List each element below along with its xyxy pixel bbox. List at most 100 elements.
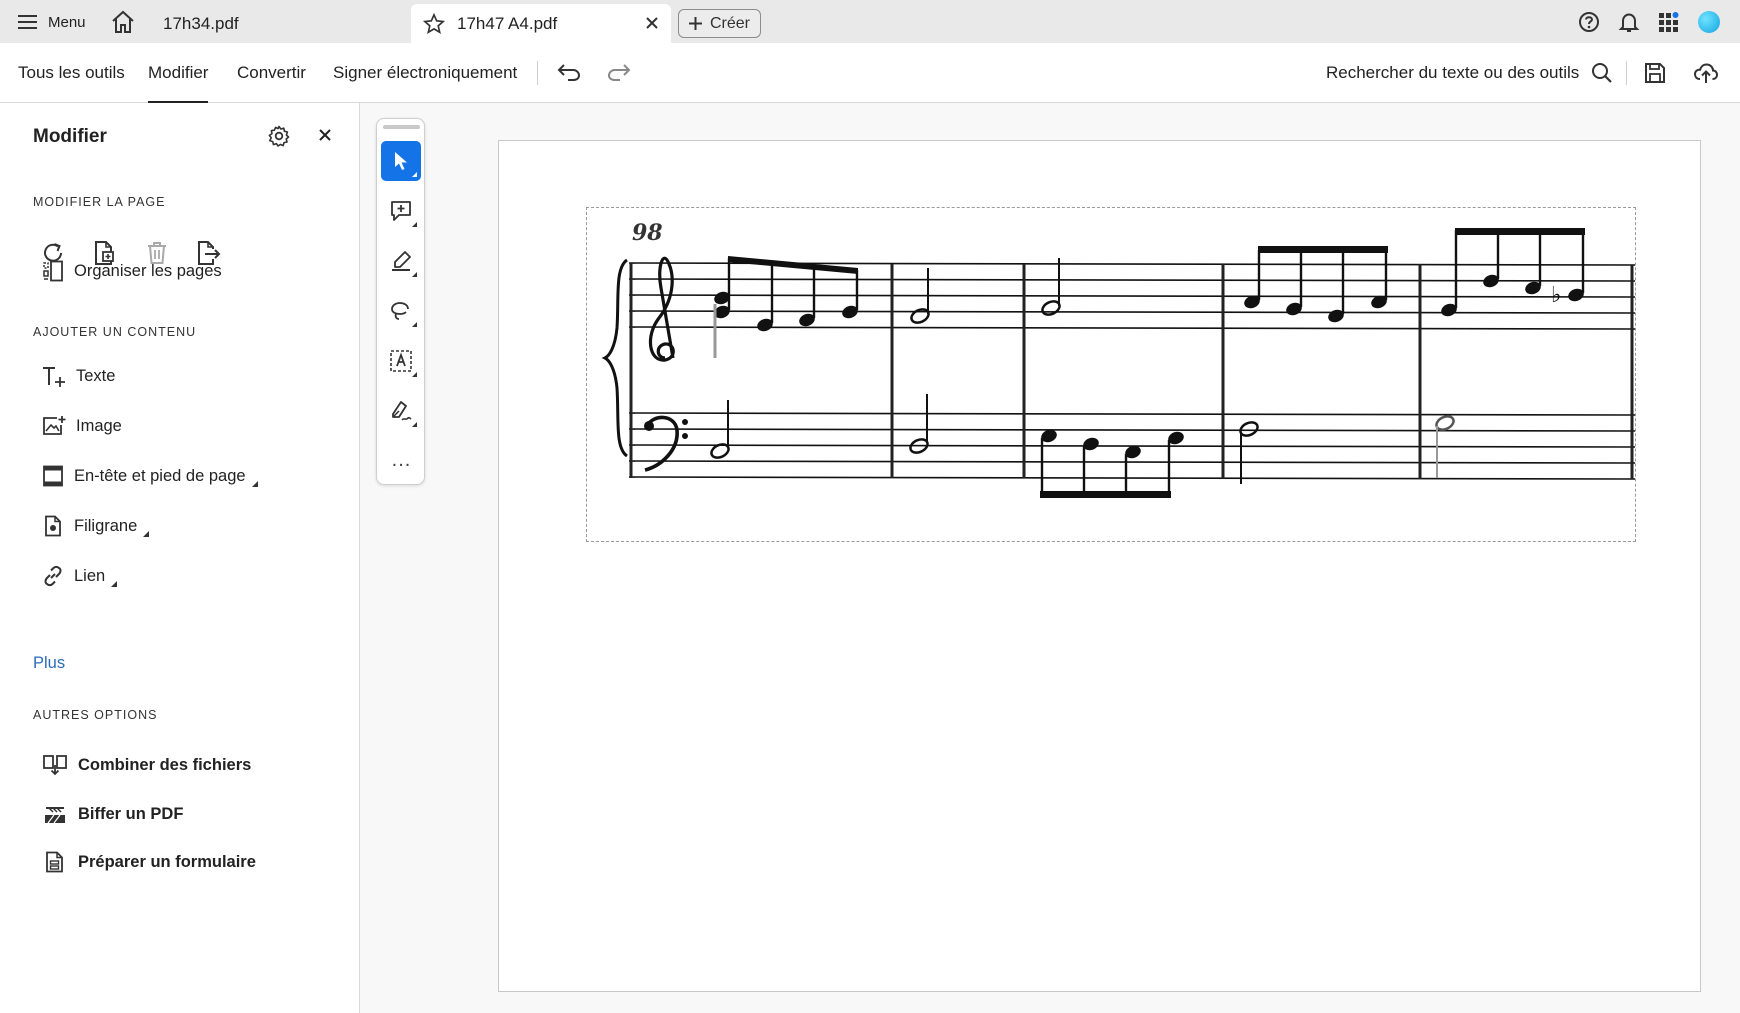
item-label: Préparer un formulaire [78,852,256,871]
svg-text:♭: ♭ [1551,283,1561,308]
item-label: Lien [74,566,106,585]
tab-convert[interactable]: Convertir [237,43,306,103]
text-box-tool[interactable] [381,341,421,381]
submenu-indicator-icon [111,581,118,587]
prepare-form-icon [46,851,63,873]
panel-settings-button[interactable] [268,125,290,147]
watermark-icon [45,515,61,537]
tab-label: 17h47 A4.pdf [457,13,558,33]
apps-grid-icon[interactable] [1658,11,1680,33]
tab-label: Modifier [148,63,209,82]
link-icon [44,565,62,587]
tab-label: Convertir [237,63,306,82]
signature-pen-icon [392,401,412,421]
create-label: Créer [709,14,750,32]
close-icon[interactable] [645,16,659,30]
highlight-tool[interactable] [381,241,421,281]
more-tools-button[interactable]: ... [377,449,426,472]
redact-pdf-item[interactable]: Biffer un PDF [42,801,183,827]
plus-icon [688,17,702,30]
menu-label: Menu [48,13,86,31]
save-icon [1645,63,1665,83]
lasso-draw-icon [391,302,409,320]
panel-close-button[interactable] [318,128,332,142]
prepare-form-item[interactable]: Préparer un formulaire [42,849,256,875]
toolbar-divider [1626,61,1627,85]
toolbar-divider [537,61,538,85]
tab-bar: Menu 17h34.pdf 17h47 A4.pdf Créer [0,0,1740,43]
music-score: 98 ♭ [601,220,1635,498]
text-add-icon [43,367,65,387]
select-tool[interactable] [381,141,421,181]
toolbar: Tous les outils Modifier Convertir Signe… [0,43,1740,103]
close-icon [319,129,331,141]
save-button[interactable] [1643,61,1667,85]
star-icon[interactable] [423,12,445,35]
section-label-modify-page: MODIFIER LA PAGE [33,195,166,209]
header-footer-item[interactable]: En-tête et pied de page [42,463,258,489]
item-label: Biffer un PDF [78,804,184,823]
undo-icon [557,64,581,81]
combine-files-item[interactable]: Combiner des fichiers [42,752,251,778]
item-label: En-tête et pied de page [74,466,246,485]
search-tools[interactable]: Rechercher du texte ou des outils [1326,43,1613,103]
gear-icon [268,125,290,147]
item-label: Combiner des fichiers [78,755,252,774]
redact-icon [45,807,65,824]
redo-button[interactable] [606,61,632,83]
create-button[interactable]: Créer [678,9,761,38]
tab-modify[interactable]: Modifier [148,43,209,103]
tab-esign[interactable]: Signer électroniquement [333,43,517,103]
tab-17h34[interactable]: 17h34.pdf [145,4,405,43]
menu-icon [18,15,37,29]
tab-label: Signer électroniquement [333,63,518,82]
section-label-add-content: AJOUTER UN CONTENU [33,325,197,339]
music-score-image[interactable]: 98 ♭ [586,207,1636,542]
draw-tool[interactable] [381,291,421,331]
bell-icon[interactable] [1618,11,1640,33]
help-icon[interactable] [1578,11,1600,33]
add-comment-icon [391,201,411,221]
home-button[interactable] [110,10,136,34]
item-label: Filigrane [74,516,138,535]
panel-title: Modifier [33,126,107,147]
image-add-icon [43,416,66,435]
add-comment-tool[interactable] [381,191,421,231]
item-label: Organiser les pages [74,261,222,280]
modify-panel: Modifier MODIFIER LA PAGE Organiser les … [0,103,360,1013]
text-box-icon [390,350,412,372]
add-image-item[interactable]: Image [42,413,122,439]
highlight-pen-icon [392,251,411,271]
item-label: Image [76,416,122,435]
item-label: Texte [76,366,116,385]
top-right-icons [1578,11,1720,33]
signature-tool[interactable] [381,391,421,431]
tab-all-tools[interactable]: Tous les outils [18,43,125,103]
organize-pages-icon [43,260,63,282]
link-item[interactable]: Lien [42,563,118,589]
cloud-upload-button[interactable] [1693,61,1719,85]
search-label: Rechercher du texte ou des outils [1326,63,1580,82]
tab-17h47-a4[interactable]: 17h47 A4.pdf [411,4,671,43]
select-cursor-icon [395,152,407,170]
search-icon [1592,63,1613,83]
avatar[interactable] [1698,11,1720,33]
undo-button[interactable] [556,61,582,83]
submenu-indicator-icon [143,531,150,537]
section-label-other-options: AUTRES OPTIONS [33,708,158,722]
redo-icon [607,64,631,81]
toolbar-drag-handle[interactable] [383,125,420,129]
floating-toolbar: ... [376,118,425,485]
header-footer-icon [43,465,63,487]
combine-files-icon [43,755,67,776]
tab-label: 17h34.pdf [163,13,239,33]
more-tools-link[interactable]: Plus [33,654,65,673]
watermark-item[interactable]: Filigrane [42,513,150,539]
cloud-upload-icon [1693,63,1719,83]
add-text-item[interactable]: Texte [42,363,115,389]
organize-pages-item[interactable]: Organiser les pages [42,258,222,284]
tab-label: Tous les outils [18,63,125,82]
measure-number: 98 [632,220,663,246]
menu-button[interactable]: Menu [18,10,86,34]
submenu-indicator-icon [251,481,258,487]
